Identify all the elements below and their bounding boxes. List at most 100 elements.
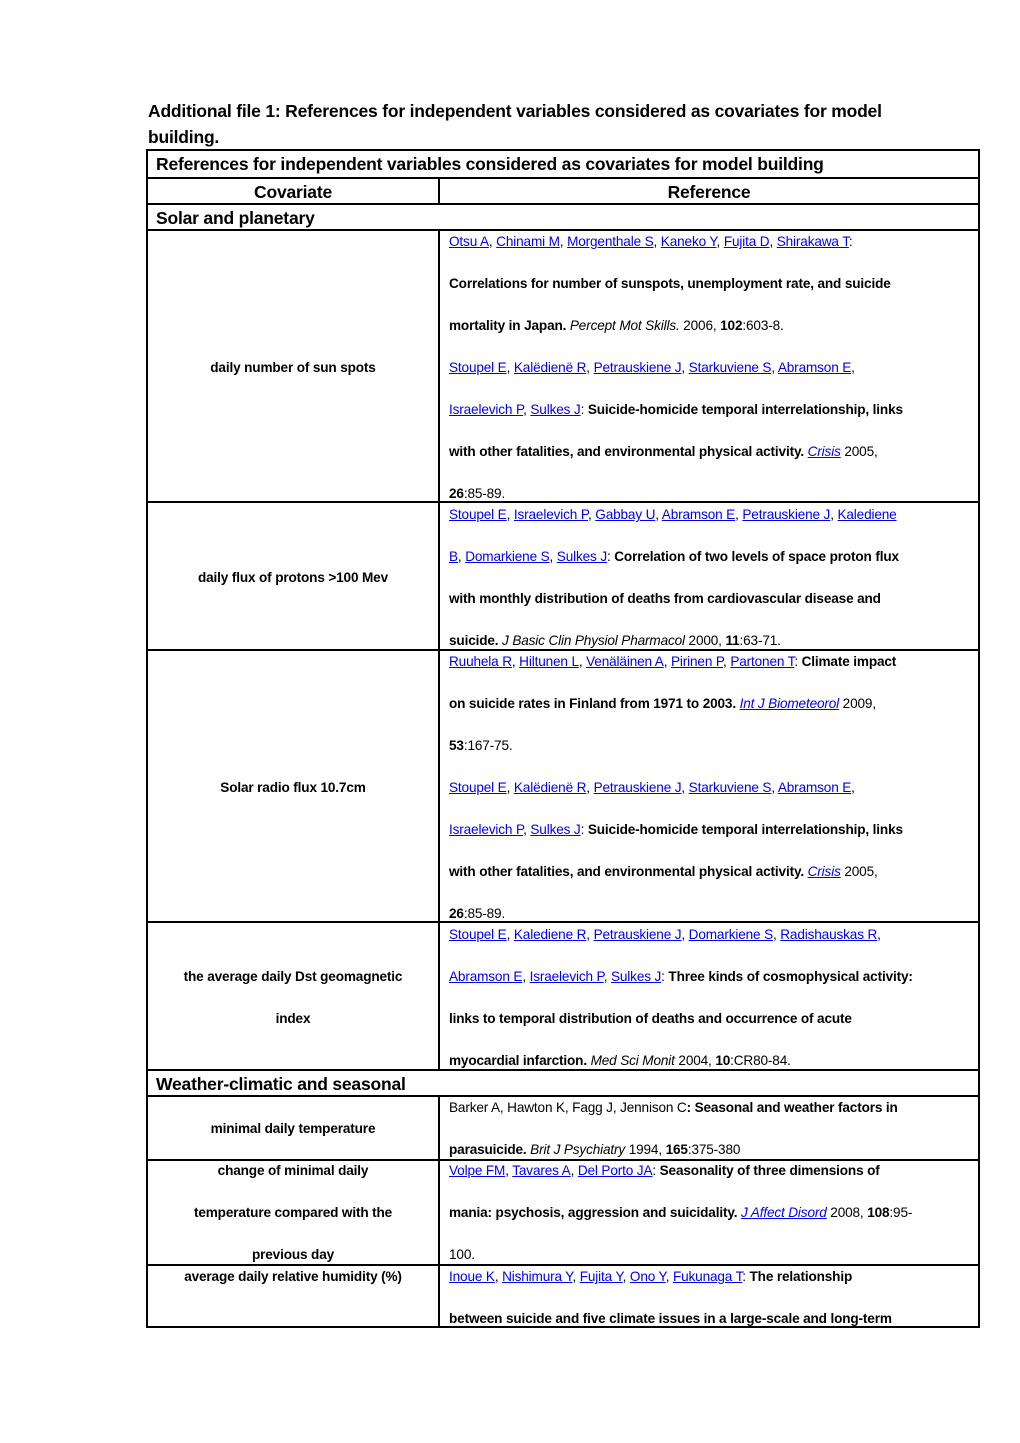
reference-line: with other fatalities, and environmental… bbox=[449, 443, 878, 461]
reference-text: :603-8. bbox=[742, 318, 784, 333]
author-link[interactable]: Kalëdienë R bbox=[514, 360, 587, 375]
reference-text: with other fatalities, and environmental… bbox=[449, 444, 808, 459]
author-link[interactable]: Kalëdienë R bbox=[514, 780, 587, 795]
journal-link[interactable]: Int J Biometeorol bbox=[740, 696, 840, 711]
covariate-label: temperature compared with the bbox=[193, 1205, 393, 1220]
author-link[interactable]: Otsu A bbox=[449, 234, 489, 249]
author-link[interactable]: Stoupel E bbox=[449, 780, 507, 795]
author-link[interactable]: Inoue K bbox=[449, 1269, 495, 1284]
reference-text: , bbox=[681, 360, 689, 375]
reference-line: parasuicide. Brit J Psychiatry 1994, 165… bbox=[449, 1141, 740, 1159]
author-link[interactable]: Fujita D bbox=[724, 234, 770, 249]
document-title: Additional file 1: References for indepe… bbox=[148, 98, 948, 150]
journal-link[interactable]: J Affect Disord bbox=[741, 1205, 827, 1220]
document-title-line-2: building. bbox=[148, 127, 220, 147]
reference-text: 108 bbox=[867, 1205, 890, 1220]
rule-row-1-bottom bbox=[146, 501, 980, 503]
reference-text: , bbox=[851, 780, 855, 795]
reference-text: Three kinds of cosmophysical activity: bbox=[668, 969, 913, 984]
author-link[interactable]: Petrauskiene J bbox=[594, 780, 682, 795]
reference-text: , bbox=[769, 234, 777, 249]
reference-text: , bbox=[572, 1269, 580, 1284]
reference-text: 100. bbox=[449, 1247, 475, 1262]
author-link[interactable]: Abramson E bbox=[449, 969, 522, 984]
reference-text: with other fatalities, and environmental… bbox=[449, 864, 808, 879]
author-link[interactable]: Fukunaga T bbox=[673, 1269, 742, 1284]
reference-line: Stoupel E, Kalediene R, Petrauskiene J, … bbox=[449, 926, 881, 944]
author-link[interactable]: Stoupel E bbox=[449, 507, 507, 522]
reference-text: , bbox=[586, 780, 594, 795]
author-link[interactable]: Ono Y bbox=[630, 1269, 666, 1284]
author-link[interactable]: Pirinen P bbox=[671, 654, 723, 669]
author-link[interactable]: Sulkes J bbox=[530, 822, 580, 837]
author-link[interactable]: Tavares A bbox=[512, 1163, 570, 1178]
author-link[interactable]: Israelevich P bbox=[530, 969, 604, 984]
reference-text: :85-89. bbox=[463, 906, 506, 921]
reference-text: 102 bbox=[720, 318, 743, 333]
author-link[interactable]: Abramson E bbox=[778, 780, 851, 795]
author-link[interactable]: Petrauskiene J bbox=[594, 360, 682, 375]
author-link[interactable]: B bbox=[449, 549, 458, 564]
reference-text: Med Sci Monit bbox=[590, 1053, 675, 1068]
author-link[interactable]: Petrauskiene J bbox=[742, 507, 830, 522]
reference-line: Volpe FM, Tavares A, Del Porto JA: Seaso… bbox=[449, 1162, 880, 1180]
reference-line: 53:167-75. bbox=[449, 737, 513, 755]
reference-text: Correlation of two levels of space proto… bbox=[614, 549, 899, 564]
reference-text: 2005, bbox=[840, 864, 878, 879]
author-link[interactable]: Chinami M bbox=[496, 234, 560, 249]
author-link[interactable]: Israelevich P bbox=[449, 822, 523, 837]
rule-row-5-bottom bbox=[146, 1159, 980, 1161]
reference-text: , bbox=[622, 1269, 630, 1284]
author-link[interactable]: Petrauskiene J bbox=[594, 927, 682, 942]
column-divider-solar bbox=[438, 229, 440, 1070]
author-link[interactable]: Abramson E bbox=[662, 507, 735, 522]
author-link[interactable]: Kaneko Y bbox=[661, 234, 717, 249]
reference-text: , bbox=[522, 969, 530, 984]
author-link[interactable]: Venäläinen A bbox=[586, 654, 664, 669]
reference-text: , bbox=[603, 969, 611, 984]
author-link[interactable]: Domarkiene S bbox=[465, 549, 549, 564]
covariate-label: Solar radio flux 10.7cm bbox=[220, 780, 366, 795]
author-link[interactable]: Starkuviene S bbox=[689, 360, 772, 375]
author-link[interactable]: Domarkiene S bbox=[689, 927, 773, 942]
covariate-label: index bbox=[275, 1011, 311, 1026]
author-link[interactable]: Starkuviene S bbox=[689, 780, 772, 795]
author-link[interactable]: Stoupel E bbox=[449, 927, 507, 942]
reference-text: :375-380 bbox=[687, 1142, 741, 1157]
reference-text: , bbox=[716, 234, 724, 249]
author-link[interactable]: Shirakawa T bbox=[777, 234, 849, 249]
covariate-label: daily number of sun spots bbox=[210, 360, 376, 375]
author-link[interactable]: Stoupel E bbox=[449, 360, 507, 375]
author-link[interactable]: Kalediene bbox=[837, 507, 896, 522]
reference-line: Otsu A, Chinami M, Morgenthale S, Kaneko… bbox=[449, 233, 853, 251]
reference-text: between suicide and five climate issues … bbox=[449, 1311, 892, 1326]
author-link[interactable]: Radishauskas R bbox=[780, 927, 877, 942]
header-reference: Reference bbox=[667, 182, 751, 202]
author-link[interactable]: Hiltunen L bbox=[519, 654, 579, 669]
section-title-weather-climatic-and-seasonal: Weather-climatic and seasonal bbox=[156, 1074, 406, 1094]
author-link[interactable]: Abramson E bbox=[778, 360, 851, 375]
reference-line: Barker A, Hawton K, Fagg J, Jennison C: … bbox=[449, 1099, 898, 1117]
journal-link[interactable]: Crisis bbox=[808, 444, 841, 459]
author-link[interactable]: Del Porto JA bbox=[578, 1163, 653, 1178]
author-link[interactable]: Sulkes J bbox=[530, 402, 580, 417]
reference-text: 165 bbox=[665, 1142, 688, 1157]
reference-text: Percept Mot Skills. bbox=[569, 318, 680, 333]
author-link[interactable]: Ruuhela R bbox=[449, 654, 512, 669]
author-link[interactable]: Volpe FM bbox=[449, 1163, 505, 1178]
author-link[interactable]: Gabbay U bbox=[595, 507, 655, 522]
author-link[interactable]: Nishimura Y bbox=[502, 1269, 573, 1284]
author-link[interactable]: Israelevich P bbox=[514, 507, 588, 522]
reference-text: 53 bbox=[449, 738, 464, 753]
reference-line: Stoupel E, Kalëdienë R, Petrauskiene J, … bbox=[449, 359, 855, 377]
author-link[interactable]: Sulkes J bbox=[557, 549, 607, 564]
reference-text: : bbox=[580, 822, 588, 837]
author-link[interactable]: Kalediene R bbox=[514, 927, 587, 942]
author-link[interactable]: Morgenthale S bbox=[567, 234, 654, 249]
author-link[interactable]: Sulkes J bbox=[611, 969, 661, 984]
author-link[interactable]: Partonen T bbox=[730, 654, 794, 669]
journal-link[interactable]: Crisis bbox=[808, 864, 841, 879]
author-link[interactable]: Israelevich P bbox=[449, 402, 523, 417]
reference-text: , bbox=[877, 927, 881, 942]
author-link[interactable]: Fujita Y bbox=[580, 1269, 623, 1284]
